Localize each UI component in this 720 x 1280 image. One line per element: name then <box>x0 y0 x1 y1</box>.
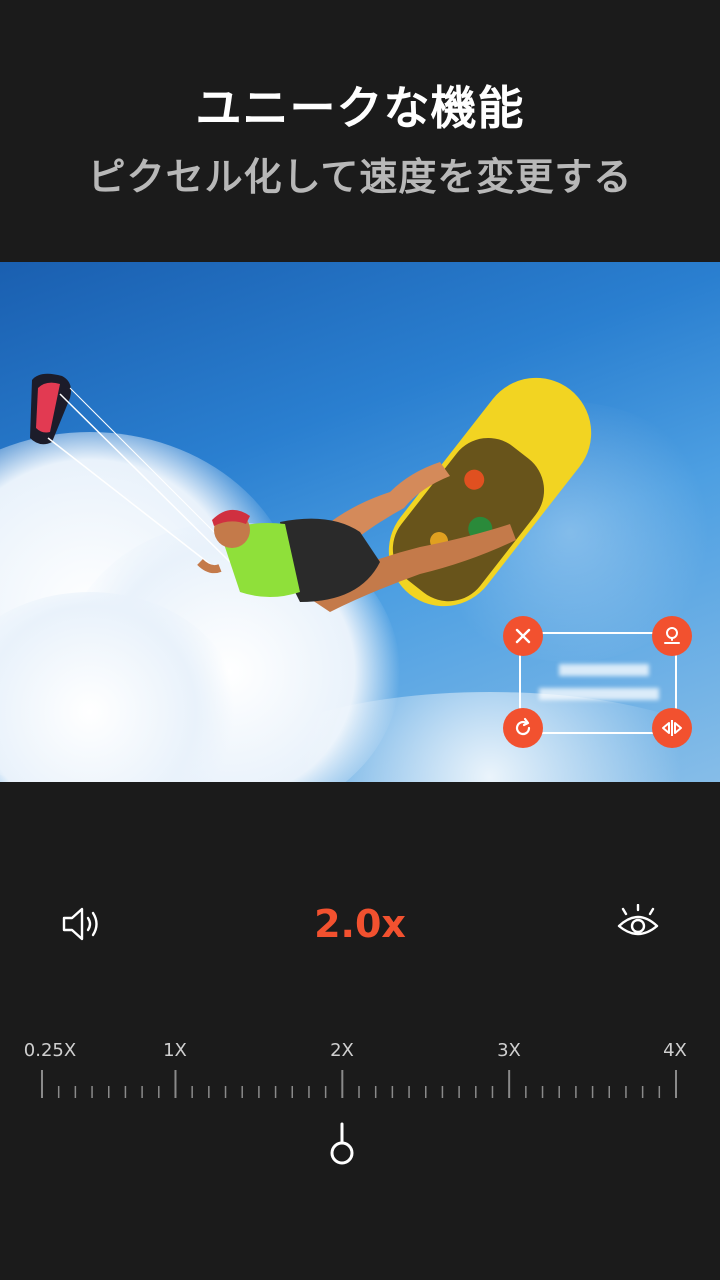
video-preview[interactable] <box>0 262 720 782</box>
speed-label: 4X <box>663 1040 687 1061</box>
speed-label: 2X <box>330 1040 354 1061</box>
speed-label: 1X <box>163 1040 187 1061</box>
speed-controls: 2.0x 0.25X 1X 2X 3X 4X <box>0 782 720 1280</box>
pixelated-text <box>539 688 659 700</box>
rotate-icon[interactable] <box>503 708 543 748</box>
speed-label: 3X <box>497 1040 521 1061</box>
speed-label: 0.25X <box>23 1040 77 1061</box>
flip-icon[interactable] <box>652 708 692 748</box>
speed-ruler[interactable] <box>0 1068 720 1108</box>
pin-icon[interactable] <box>652 616 692 656</box>
speed-value: 2.0x <box>314 902 406 946</box>
page-subtitle: ピクセル化して速度を変更する <box>87 155 633 199</box>
header: ユニークな機能 ピクセル化して速度を変更する <box>0 0 720 262</box>
pixelated-text <box>559 664 649 676</box>
page-title: ユニークな機能 <box>195 81 525 135</box>
speaker-icon[interactable] <box>58 902 106 946</box>
eye-icon[interactable] <box>614 903 662 944</box>
close-icon[interactable] <box>503 616 543 656</box>
speed-slider-handle[interactable] <box>326 1122 358 1168</box>
